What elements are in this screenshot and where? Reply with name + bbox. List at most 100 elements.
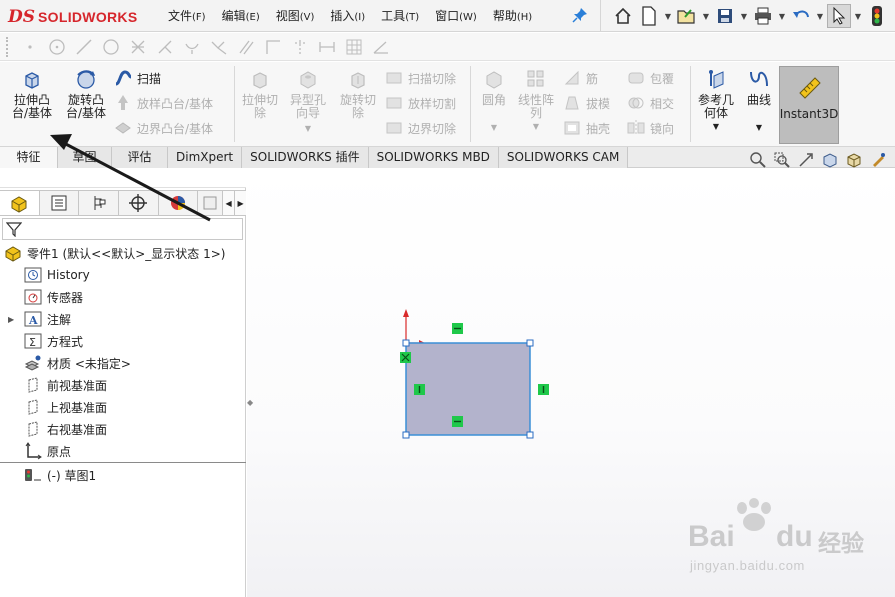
rectangle-corner-handle[interactable] — [526, 339, 534, 347]
lofted-cut-button[interactable]: 放样切割 — [384, 91, 456, 115]
coincident-relation-icon[interactable] — [400, 352, 411, 363]
horizontal-relation-icon[interactable] — [452, 323, 463, 334]
tab-solidworks-mbd[interactable]: SOLIDWORKS MBD — [368, 147, 499, 168]
chevron-down-icon[interactable]: ▼ — [756, 121, 762, 134]
wrap-button[interactable]: 包覆 — [626, 66, 674, 90]
tabs-scroll-right-icon[interactable]: ▶ — [234, 191, 246, 215]
tab-evaluate[interactable]: 评估 — [112, 147, 168, 168]
menu-help[interactable]: 帮助(H) — [485, 0, 540, 32]
rectangle-corner-handle[interactable] — [402, 339, 410, 347]
tab-dimxpert-manager[interactable] — [119, 191, 159, 215]
extend-icon[interactable] — [153, 35, 177, 59]
corner-rectangle-icon[interactable] — [261, 35, 285, 59]
view-orientation-icon[interactable] — [844, 150, 864, 170]
tree-item-sensors[interactable]: 传感器 — [24, 286, 83, 308]
tab-solidworks-cam[interactable]: SOLIDWORKS CAM — [498, 147, 629, 168]
menu-insert[interactable]: 插入(I) — [322, 0, 373, 32]
tab-sketch[interactable]: 草图 — [58, 147, 112, 168]
chevron-down-icon[interactable]: ▼ — [713, 120, 719, 133]
graphics-area[interactable]: Bai du 经验 jingyan.baidu.com — [247, 168, 895, 597]
boundary-cut-button[interactable]: 边界切除 — [384, 116, 456, 140]
extrude-cut-button[interactable]: 拉伸切 除 — [234, 64, 286, 142]
dimension-icon[interactable] — [315, 35, 339, 59]
chevron-down-icon[interactable]: ▼ — [853, 4, 863, 28]
circle-icon[interactable] — [45, 35, 69, 59]
rollback-bar[interactable] — [0, 462, 246, 463]
tree-filter-input[interactable] — [2, 218, 243, 240]
chevron-down-icon[interactable]: ▼ — [533, 120, 539, 133]
traffic-light-icon[interactable] — [865, 4, 889, 28]
rib-button[interactable]: 筋 — [562, 66, 598, 90]
previous-view-icon[interactable] — [796, 150, 816, 170]
revolve-boss-button[interactable]: 旋转凸 台/基体 — [60, 64, 112, 142]
tree-item-history[interactable]: History — [24, 264, 90, 286]
mirror-icon[interactable] — [207, 35, 231, 59]
tree-root-part[interactable]: 零件1 (默认<<默认>_显示状态 1>) — [4, 242, 225, 264]
grid-icon[interactable] — [342, 35, 366, 59]
chevron-down-icon[interactable]: ▼ — [491, 121, 497, 134]
centerline-icon[interactable] — [288, 35, 312, 59]
loft-boss-button[interactable]: 放样凸台/基体 — [113, 91, 213, 115]
solidworks-logo[interactable]: DS SOLIDWORKS — [8, 4, 137, 30]
tabs-scroll-left-icon[interactable]: ◀ — [222, 191, 235, 215]
instant3d-button[interactable]: Instant3D — [779, 66, 839, 144]
menu-file[interactable]: 文件(F) — [160, 0, 214, 32]
chevron-down-icon[interactable]: ▼ — [663, 4, 673, 28]
mirror-button[interactable]: 镜向 — [626, 116, 674, 140]
select-pointer-icon[interactable] — [827, 4, 851, 28]
revolve-cut-button[interactable]: 旋转切 除 — [332, 64, 384, 142]
line-icon[interactable] — [72, 35, 96, 59]
rectangle-corner-handle[interactable] — [402, 431, 410, 439]
extrude-boss-button[interactable]: 拉伸凸 台/基体 — [6, 64, 58, 142]
tab-feature-manager[interactable] — [0, 191, 40, 215]
chevron-down-icon[interactable]: ▼ — [815, 4, 825, 28]
horizontal-relation-icon[interactable] — [452, 416, 463, 427]
tree-item-annotations[interactable]: ▶ A 注解 — [8, 308, 71, 330]
zoom-to-fit-icon[interactable] — [748, 150, 768, 170]
intersect-button[interactable]: 相交 — [626, 91, 674, 115]
menu-window[interactable]: 窗口(W) — [427, 0, 485, 32]
angle-icon[interactable] — [369, 35, 393, 59]
curves-button[interactable]: 曲线 ▼ — [733, 64, 785, 142]
tab-configuration-manager[interactable] — [79, 191, 120, 215]
draft-button[interactable]: 拔模 — [562, 91, 610, 115]
linear-pattern-button[interactable]: 线性阵 列 ▼ — [510, 64, 562, 142]
open-icon[interactable] — [675, 4, 699, 28]
display-style-icon[interactable] — [868, 150, 888, 170]
menu-tools[interactable]: 工具(T) — [373, 0, 427, 32]
vertical-relation-icon[interactable] — [538, 384, 549, 395]
tree-item-top-plane[interactable]: 上视基准面 — [24, 396, 107, 418]
chevron-down-icon[interactable]: ▼ — [777, 4, 787, 28]
offset-icon[interactable] — [180, 35, 204, 59]
polygon-icon[interactable] — [99, 35, 123, 59]
sweep-button[interactable]: 扫描 — [113, 66, 161, 90]
menu-edit[interactable]: 编辑(E) — [214, 0, 268, 32]
rectangle-corner-handle[interactable] — [526, 431, 534, 439]
trim-icon[interactable] — [126, 35, 150, 59]
tree-item-material[interactable]: 材质 <未指定> — [24, 352, 131, 374]
chevron-down-icon[interactable]: ▼ — [701, 4, 711, 28]
tab-overflow[interactable] — [198, 191, 222, 215]
shell-button[interactable]: 抽壳 — [562, 116, 610, 140]
pin-menu-icon[interactable] — [572, 7, 590, 25]
tab-solidworks-addins[interactable]: SOLIDWORKS 插件 — [242, 147, 369, 168]
tree-item-front-plane[interactable]: 前视基准面 — [24, 374, 107, 396]
home-icon[interactable] — [611, 4, 635, 28]
chevron-down-icon[interactable]: ▼ — [739, 4, 749, 28]
boundary-boss-button[interactable]: 边界凸台/基体 — [113, 116, 213, 140]
menu-view[interactable]: 视图(V) — [268, 0, 323, 32]
tree-item-sketch1[interactable]: (-) 草图1 — [24, 464, 96, 486]
point-icon[interactable] — [18, 35, 42, 59]
save-icon[interactable] — [713, 4, 737, 28]
new-document-icon[interactable] — [637, 4, 661, 28]
undo-icon[interactable] — [789, 4, 813, 28]
print-icon[interactable] — [751, 4, 775, 28]
tab-property-manager[interactable] — [40, 191, 80, 215]
tree-item-right-plane[interactable]: 右视基准面 — [24, 418, 107, 440]
tree-item-origin[interactable]: 原点 — [24, 440, 71, 462]
section-view-icon[interactable] — [820, 150, 840, 170]
expand-arrow-icon[interactable]: ▶ — [8, 315, 18, 324]
tree-item-equations[interactable]: Σ 方程式 — [24, 330, 83, 352]
tab-display-manager[interactable] — [159, 191, 199, 215]
toolbar-grip[interactable] — [6, 37, 9, 57]
